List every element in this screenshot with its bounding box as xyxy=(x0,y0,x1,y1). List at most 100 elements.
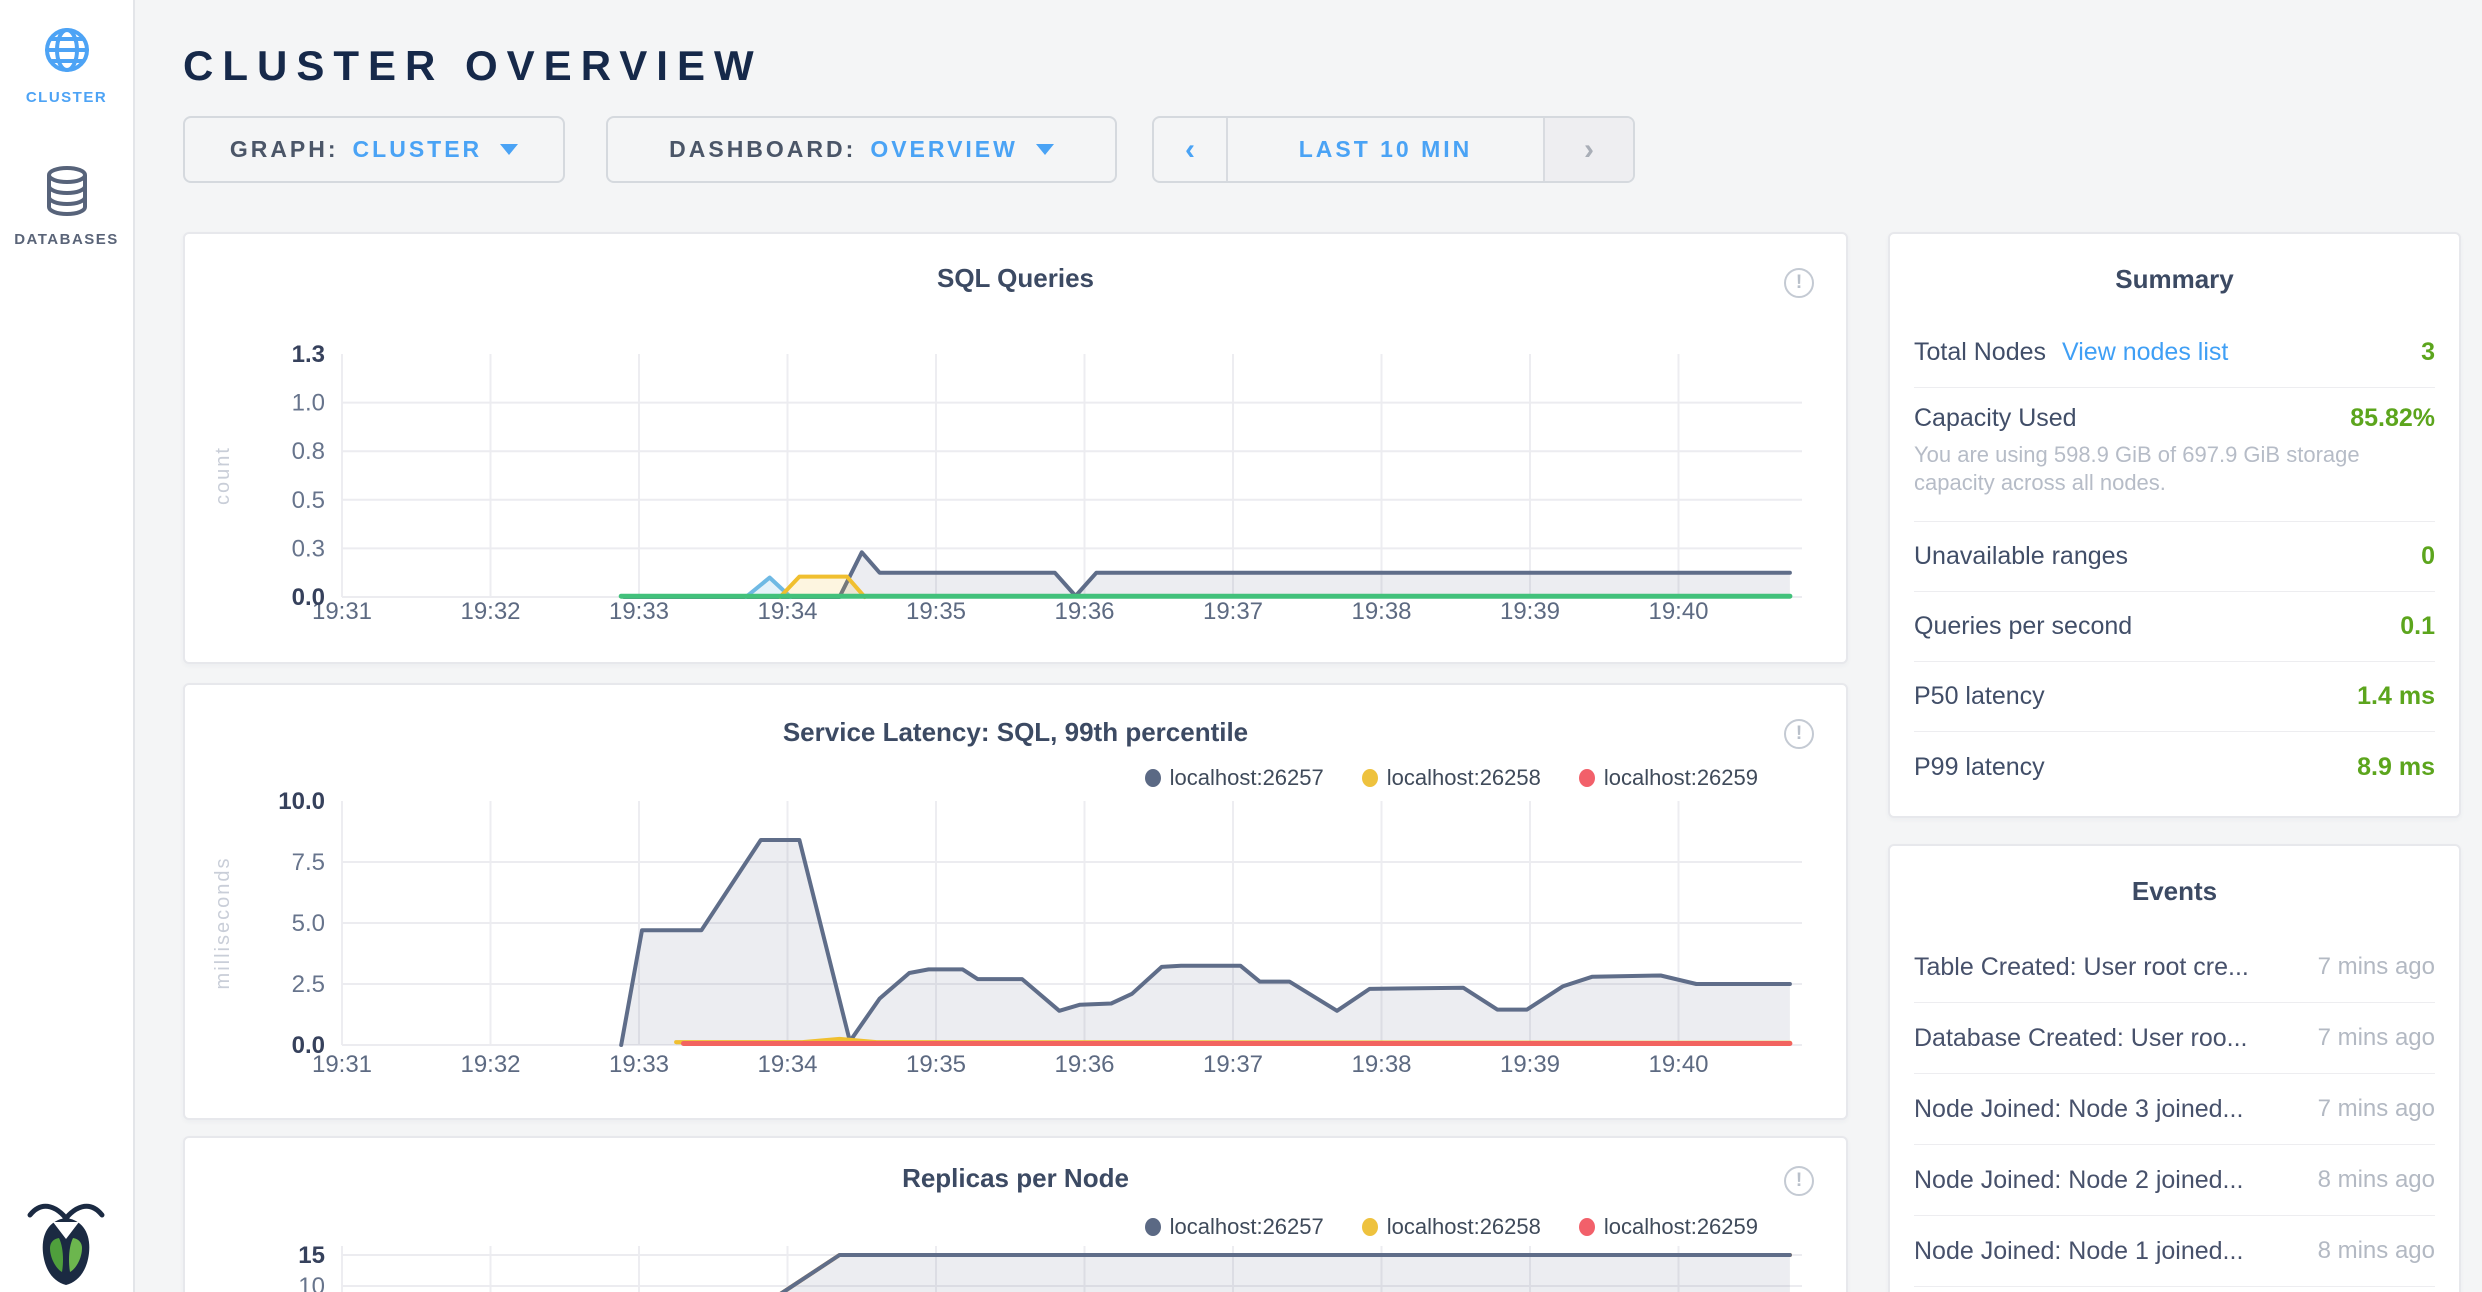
summary-label: Capacity Used xyxy=(1914,404,2077,433)
event-time: 7 mins ago xyxy=(2304,953,2435,981)
svg-text:19:34: 19:34 xyxy=(757,1051,817,1078)
svg-text:19:34: 19:34 xyxy=(757,598,817,625)
summary-row-p99-latency: P99 latency 8.9 ms xyxy=(1914,732,2435,802)
svg-text:19:33: 19:33 xyxy=(609,1051,669,1078)
event-time: 7 mins ago xyxy=(2304,1095,2435,1123)
events-title: Events xyxy=(1890,876,2459,906)
summary-label: P50 latency xyxy=(1914,682,2045,711)
svg-text:19:33: 19:33 xyxy=(609,598,669,625)
event-text: Node Joined: Node 1 joined... xyxy=(1914,1237,2243,1266)
svg-text:19:39: 19:39 xyxy=(1500,598,1560,625)
svg-text:19:36: 19:36 xyxy=(1054,1051,1114,1078)
svg-text:19:37: 19:37 xyxy=(1203,1051,1263,1078)
summary-label: Unavailable ranges xyxy=(1914,542,2128,571)
svg-text:0.8: 0.8 xyxy=(292,438,325,465)
chart-card-service-latency: Service Latency: SQL, 99th percentile ! … xyxy=(183,683,1848,1120)
svg-text:19:32: 19:32 xyxy=(460,598,520,625)
summary-label: Total Nodes xyxy=(1914,338,2046,367)
chevron-down-icon xyxy=(500,144,518,155)
svg-text:0.0: 0.0 xyxy=(292,584,325,611)
svg-text:10: 10 xyxy=(298,1273,325,1292)
event-time: 8 mins ago xyxy=(2304,1166,2435,1194)
svg-text:0.3: 0.3 xyxy=(292,535,325,562)
sidebar-label-databases: DATABASES xyxy=(0,231,133,248)
svg-text:5.0: 5.0 xyxy=(292,910,325,937)
sidebar-item-cluster[interactable]: CLUSTER xyxy=(0,26,133,106)
graph-dropdown-value: CLUSTER xyxy=(353,136,483,163)
summary-row-unavailable-ranges: Unavailable ranges 0 xyxy=(1914,522,2435,592)
summary-value: 3 xyxy=(2421,338,2435,367)
svg-text:milliseconds: milliseconds xyxy=(212,857,234,990)
svg-text:19:37: 19:37 xyxy=(1203,598,1263,625)
summary-row-queries-per-second: Queries per second 0.1 xyxy=(1914,592,2435,662)
time-range-picker: ‹ LAST 10 MIN › xyxy=(1152,116,1635,183)
summary-value: 0 xyxy=(2421,542,2435,571)
summary-value: 0.1 xyxy=(2400,612,2435,641)
time-prev-button[interactable]: ‹ xyxy=(1154,118,1228,181)
event-text: Node Joined: Node 3 joined... xyxy=(1914,1095,2243,1124)
dashboard-dropdown[interactable]: DASHBOARD: OVERVIEW xyxy=(606,116,1117,183)
svg-text:count: count xyxy=(212,446,234,505)
view-nodes-list-link[interactable]: View nodes list xyxy=(2062,338,2228,367)
event-text: Node Joined: Node 2 joined... xyxy=(1914,1166,2243,1195)
svg-text:19:40: 19:40 xyxy=(1648,598,1708,625)
sidebar-label-cluster: CLUSTER xyxy=(0,89,133,106)
summary-title: Summary xyxy=(1890,264,2459,294)
svg-text:19:32: 19:32 xyxy=(460,1051,520,1078)
replicas-per-node-chart: 19:3119:3219:3319:3419:3519:3619:3719:38… xyxy=(185,1138,1850,1292)
events-rows: Table Created: User root cre... 7 mins ag… xyxy=(1914,932,2435,1287)
event-text: Database Created: User roo... xyxy=(1914,1024,2248,1053)
svg-text:10.0: 10.0 xyxy=(278,788,325,815)
svg-text:2.5: 2.5 xyxy=(292,971,325,998)
cockroachdb-logo-icon xyxy=(26,1198,106,1286)
summary-label: Queries per second xyxy=(1914,612,2132,641)
event-row: Node Joined: Node 2 joined... 8 mins ago xyxy=(1914,1145,2435,1216)
summary-label: P99 latency xyxy=(1914,753,2045,782)
database-icon xyxy=(44,166,90,216)
time-next-button[interactable]: › xyxy=(1543,118,1633,181)
event-time: 7 mins ago xyxy=(2304,1024,2435,1052)
cluster-overview-page: { "accent_blue": "#4aa3f5", "value_green… xyxy=(0,0,2482,1292)
chart-card-replicas-per-node: Replicas per Node ! localhost:26257local… xyxy=(183,1136,1848,1292)
svg-text:19:35: 19:35 xyxy=(906,1051,966,1078)
summary-row-capacity: Capacity Used 85.82% You are using 598.9… xyxy=(1914,388,2435,522)
event-time: 8 mins ago xyxy=(2304,1237,2435,1265)
globe-icon xyxy=(43,26,91,74)
page-title: CLUSTER OVERVIEW xyxy=(183,42,763,90)
svg-text:15: 15 xyxy=(298,1242,325,1269)
event-row: Database Created: User roo... 7 mins ago xyxy=(1914,1003,2435,1074)
svg-text:19:39: 19:39 xyxy=(1500,1051,1560,1078)
event-text: Table Created: User root cre... xyxy=(1914,953,2249,982)
svg-text:1.0: 1.0 xyxy=(292,390,325,417)
event-row: Node Joined: Node 3 joined... 7 mins ago xyxy=(1914,1074,2435,1145)
event-row: Table Created: User root cre... 7 mins ag… xyxy=(1914,932,2435,1003)
summary-value: 85.82% xyxy=(2350,404,2435,433)
chart-card-sql-queries: SQL Queries ! 19:3119:3219:3319:3419:351… xyxy=(183,232,1848,664)
dashboard-dropdown-value: OVERVIEW xyxy=(870,136,1018,163)
summary-value: 8.9 ms xyxy=(2357,753,2435,782)
summary-row-p50-latency: P50 latency 1.4 ms xyxy=(1914,662,2435,732)
dashboard-dropdown-label: DASHBOARD: xyxy=(669,136,856,163)
chevron-down-icon xyxy=(1036,144,1054,155)
time-range-value[interactable]: LAST 10 MIN xyxy=(1228,136,1543,163)
sidebar: CLUSTER DATABASES xyxy=(0,0,135,1292)
svg-text:19:35: 19:35 xyxy=(906,598,966,625)
service-latency-chart: 19:3119:3219:3319:3419:3519:3619:3719:38… xyxy=(185,685,1850,1122)
capacity-caption: You are using 598.9 GiB of 697.9 GiB sto… xyxy=(1914,441,2435,497)
svg-text:0.0: 0.0 xyxy=(292,1032,325,1059)
svg-text:19:38: 19:38 xyxy=(1351,598,1411,625)
summary-rows: Total Nodes View nodes list 3 Capacity U… xyxy=(1914,318,2435,802)
graph-dropdown-label: GRAPH: xyxy=(230,136,339,163)
svg-text:19:40: 19:40 xyxy=(1648,1051,1708,1078)
svg-text:1.3: 1.3 xyxy=(292,341,325,368)
svg-text:0.5: 0.5 xyxy=(292,487,325,514)
svg-text:19:36: 19:36 xyxy=(1054,598,1114,625)
events-panel: Events Table Created: User root cre... 7 … xyxy=(1888,844,2461,1292)
sql-queries-chart: 19:3119:3219:3319:3419:3519:3619:3719:38… xyxy=(185,234,1850,666)
graph-dropdown[interactable]: GRAPH: CLUSTER xyxy=(183,116,565,183)
svg-text:7.5: 7.5 xyxy=(292,849,325,876)
svg-text:19:38: 19:38 xyxy=(1351,1051,1411,1078)
event-row: Node Joined: Node 1 joined... 8 mins ago xyxy=(1914,1216,2435,1287)
summary-panel: Summary Total Nodes View nodes list 3 Ca… xyxy=(1888,232,2461,818)
sidebar-item-databases[interactable]: DATABASES xyxy=(0,166,133,248)
